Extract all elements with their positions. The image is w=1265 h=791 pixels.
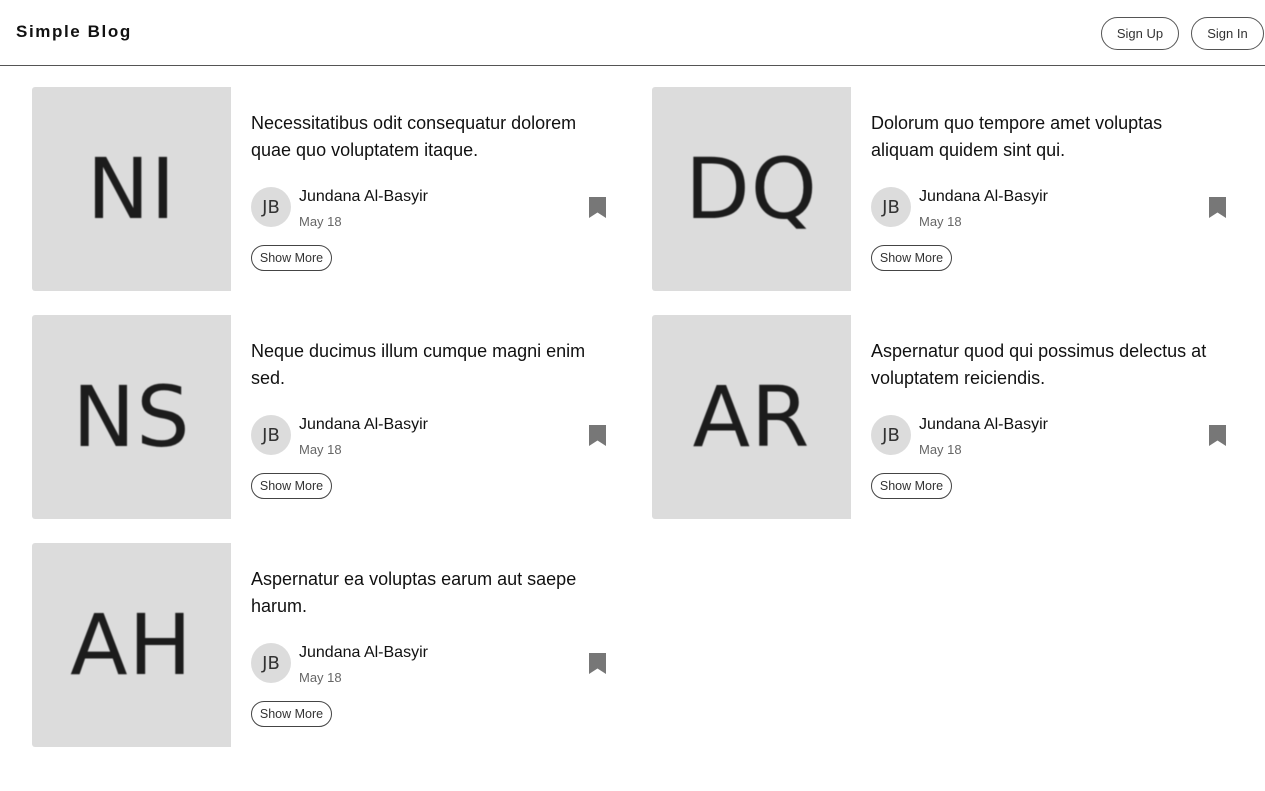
post-card: AR Aspernatur quod qui possimus delectus… [652,315,1232,519]
show-more-button[interactable]: Show More [251,701,332,727]
author-name: Jundana Al-Basyir [299,644,428,661]
post-title[interactable]: Neque ducimus illum cumque magni enim se… [251,338,601,392]
author-avatar: JB [251,415,291,455]
bookmark-icon[interactable] [1209,425,1226,446]
site-brand[interactable]: Simple Blog [16,22,132,42]
post-thumbnail[interactable]: NI [32,87,231,291]
author-avatar: JB [251,187,291,227]
thumbnail-initials: NI [86,140,177,238]
post-card: NI Necessitatibus odit consequatur dolor… [32,87,612,291]
post-card: NS Neque ducimus illum cumque magni enim… [32,315,612,519]
post-card: AH Aspernatur ea voluptas earum aut saep… [32,543,612,747]
thumbnail-initials: DQ [685,140,818,238]
post-date: May 18 [919,442,962,457]
post-date: May 18 [299,214,342,229]
bookmark-icon[interactable] [589,197,606,218]
post-thumbnail[interactable]: AH [32,543,231,747]
show-more-button[interactable]: Show More [251,245,332,271]
show-more-button[interactable]: Show More [251,473,332,499]
post-date: May 18 [919,214,962,229]
author-name: Jundana Al-Basyir [299,188,428,205]
thumbnail-initials: AR [692,368,811,466]
author-name: Jundana Al-Basyir [919,416,1048,433]
sign-in-button[interactable]: Sign In [1191,17,1264,50]
show-more-button[interactable]: Show More [871,245,952,271]
post-thumbnail[interactable]: AR [652,315,851,519]
author-name: Jundana Al-Basyir [919,188,1048,205]
post-date: May 18 [299,442,342,457]
post-title[interactable]: Necessitatibus odit consequatur dolorem … [251,110,601,164]
bookmark-icon[interactable] [589,653,606,674]
author-avatar: JB [871,415,911,455]
top-bar: Simple Blog Sign Up Sign In [0,0,1265,66]
thumbnail-initials: NS [72,368,191,466]
post-title[interactable]: Aspernatur ea voluptas earum aut saepe h… [251,566,601,620]
bookmark-icon[interactable] [1209,197,1226,218]
show-more-button[interactable]: Show More [871,473,952,499]
author-avatar: JB [871,187,911,227]
post-card: DQ Dolorum quo tempore amet voluptas ali… [652,87,1232,291]
post-title[interactable]: Dolorum quo tempore amet voluptas aliqua… [871,110,1221,164]
sign-up-button[interactable]: Sign Up [1101,17,1179,50]
thumbnail-initials: AH [70,596,193,694]
post-thumbnail[interactable]: DQ [652,87,851,291]
post-thumbnail[interactable]: NS [32,315,231,519]
author-avatar: JB [251,643,291,683]
bookmark-icon[interactable] [589,425,606,446]
post-date: May 18 [299,670,342,685]
post-title[interactable]: Aspernatur quod qui possimus delectus at… [871,338,1221,392]
author-name: Jundana Al-Basyir [299,416,428,433]
